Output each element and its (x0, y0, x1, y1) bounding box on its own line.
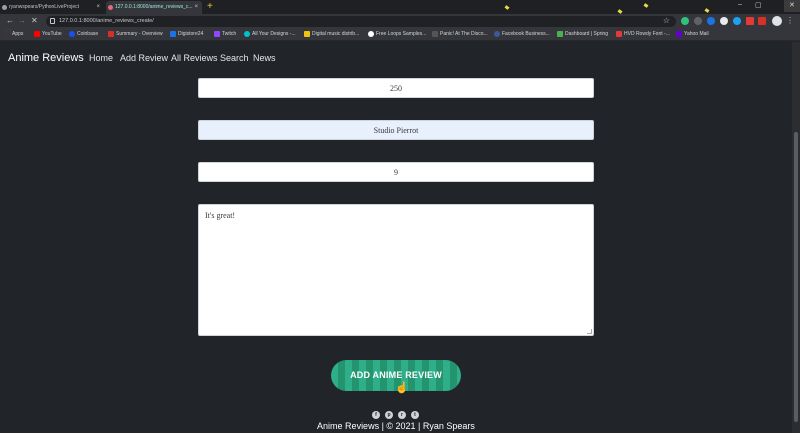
canva-icon (244, 31, 250, 37)
bookmark-dashboard-spring[interactable]: Dashboard | Spring (557, 31, 608, 37)
bookmark-canva[interactable]: All Your Designs -... (244, 31, 296, 37)
extension-icon[interactable] (694, 17, 702, 25)
address-toolbar: ← → ✕ 127.0.0.1:8000/anime_reviews_creat… (0, 14, 800, 29)
music-icon (304, 31, 310, 37)
tab-title: 127.0.0.1:8000/anime_reviews_c... (115, 4, 193, 10)
confetti-decoration (704, 8, 710, 13)
nav-link-home[interactable]: Home (89, 53, 113, 63)
new-tab-icon[interactable]: + (207, 1, 213, 12)
coinbase-icon (69, 31, 75, 37)
bookmark-free-loops[interactable]: Free Loops Samples... (368, 31, 426, 37)
tab-close-icon[interactable]: × (96, 4, 100, 10)
bookmark-music-distribution[interactable]: Digital music distrib... (304, 31, 359, 37)
bookmark-facebook-business[interactable]: Facebook Business... (494, 31, 550, 37)
facebook-icon (494, 31, 500, 37)
extension-icon[interactable] (758, 17, 766, 25)
twitter-icon[interactable]: t (411, 411, 419, 419)
bookmark-panic-at-the-disco[interactable]: Panic! At The Disco... (432, 31, 488, 37)
nav-link-add-review[interactable]: Add Review (120, 53, 168, 63)
bookmark-digistore24[interactable]: Digistore24 (170, 31, 203, 37)
extension-icon[interactable] (707, 17, 715, 25)
extension-icon[interactable] (733, 17, 741, 25)
confetti-decoration (504, 5, 510, 10)
pinterest-icon[interactable]: p (385, 411, 393, 419)
youtube-icon (34, 31, 40, 37)
site-favicon-icon (108, 5, 113, 10)
nav-link-all-reviews[interactable]: All Reviews (171, 53, 218, 63)
reddit-icon[interactable]: r (398, 411, 406, 419)
review-textarea[interactable]: It's great! (198, 204, 594, 336)
github-favicon-icon (2, 5, 7, 10)
scrollbar-thumb[interactable] (794, 132, 798, 422)
close-icon: ✕ (789, 2, 795, 9)
nav-link-search[interactable]: Search (220, 53, 249, 63)
bookmark-yahoo-mail[interactable]: Yahoo Mail (676, 31, 709, 37)
browser-tab-github[interactable]: ryanwspears/PythonLiveProject × (0, 1, 104, 14)
bookmarks-bar: Apps YouTube Coinbase Summary - Overview… (0, 29, 800, 41)
social-icons: f p r t (372, 411, 422, 420)
page-content: Anime Reviews Home Add Review All Review… (0, 42, 792, 433)
facebook-icon[interactable]: f (372, 411, 380, 419)
browser-tab-active[interactable]: 127.0.0.1:8000/anime_reviews_c... × (106, 1, 202, 14)
maximize-icon[interactable]: ▢ (755, 1, 762, 9)
window-close-button[interactable]: ✕ (784, 0, 800, 12)
band-icon (432, 31, 438, 37)
bookmark-coinbase[interactable]: Coinbase (69, 31, 98, 37)
review-text: It's great! (205, 211, 236, 220)
studio-input[interactable]: Studio Pierrot (198, 120, 594, 140)
info-icon[interactable] (50, 18, 55, 24)
site-brand[interactable]: Anime Reviews (8, 52, 84, 64)
apps-grid-icon (4, 29, 12, 37)
forward-icon[interactable]: → (18, 16, 26, 25)
twitch-icon (214, 31, 220, 37)
pointer-cursor-icon: ☝ (395, 382, 409, 394)
browser-tab-strip: ryanwspears/PythonLiveProject × 127.0.0.… (0, 0, 800, 14)
page-scrollbar[interactable] (792, 42, 800, 433)
bookmark-twitch[interactable]: Twitch (214, 31, 236, 37)
address-bar[interactable]: 127.0.0.1:8000/anime_reviews_create/ ☆ (46, 16, 676, 27)
footer-copyright: Anime Reviews | © 2021 | Ryan Spears (317, 421, 475, 431)
tab-close-icon[interactable]: × (194, 4, 198, 10)
bookmark-star-icon[interactable]: ☆ (663, 16, 670, 25)
tab-title: ryanwspears/PythonLiveProject (9, 4, 80, 10)
confetti-decoration (643, 3, 649, 8)
url-text[interactable]: 127.0.0.1:8000/anime_reviews_create/ (59, 18, 154, 24)
menu-icon[interactable]: ⋮ (786, 16, 794, 25)
extension-icon[interactable] (681, 17, 689, 25)
stop-icon[interactable]: ✕ (31, 16, 38, 25)
analytics-icon (108, 31, 114, 37)
digistore-icon (170, 31, 176, 37)
minimize-icon[interactable]: – (738, 1, 742, 8)
extension-icon[interactable] (720, 17, 728, 25)
nav-link-news[interactable]: News (253, 53, 276, 63)
site-navbar: Anime Reviews Home Add Review All Review… (0, 42, 792, 74)
bookmark-youtube[interactable]: YouTube (34, 31, 62, 37)
bookmark-summary[interactable]: Summary - Overview (108, 31, 163, 37)
spring-icon (557, 31, 563, 37)
back-icon[interactable]: ← (6, 16, 14, 25)
profile-avatar-icon[interactable] (772, 16, 782, 26)
bookmark-apps[interactable]: Apps (4, 29, 23, 37)
rating-input[interactable]: 9 (198, 162, 594, 182)
loops-icon (368, 31, 374, 37)
font-icon (616, 31, 622, 37)
bookmark-hvd-rowdy-font[interactable]: HVD Rowdy Font -... (616, 31, 670, 37)
extension-icon[interactable] (746, 17, 754, 25)
episodes-input[interactable]: 250 (198, 78, 594, 98)
resize-handle-icon[interactable] (587, 329, 592, 334)
yahoo-mail-icon (676, 31, 682, 37)
